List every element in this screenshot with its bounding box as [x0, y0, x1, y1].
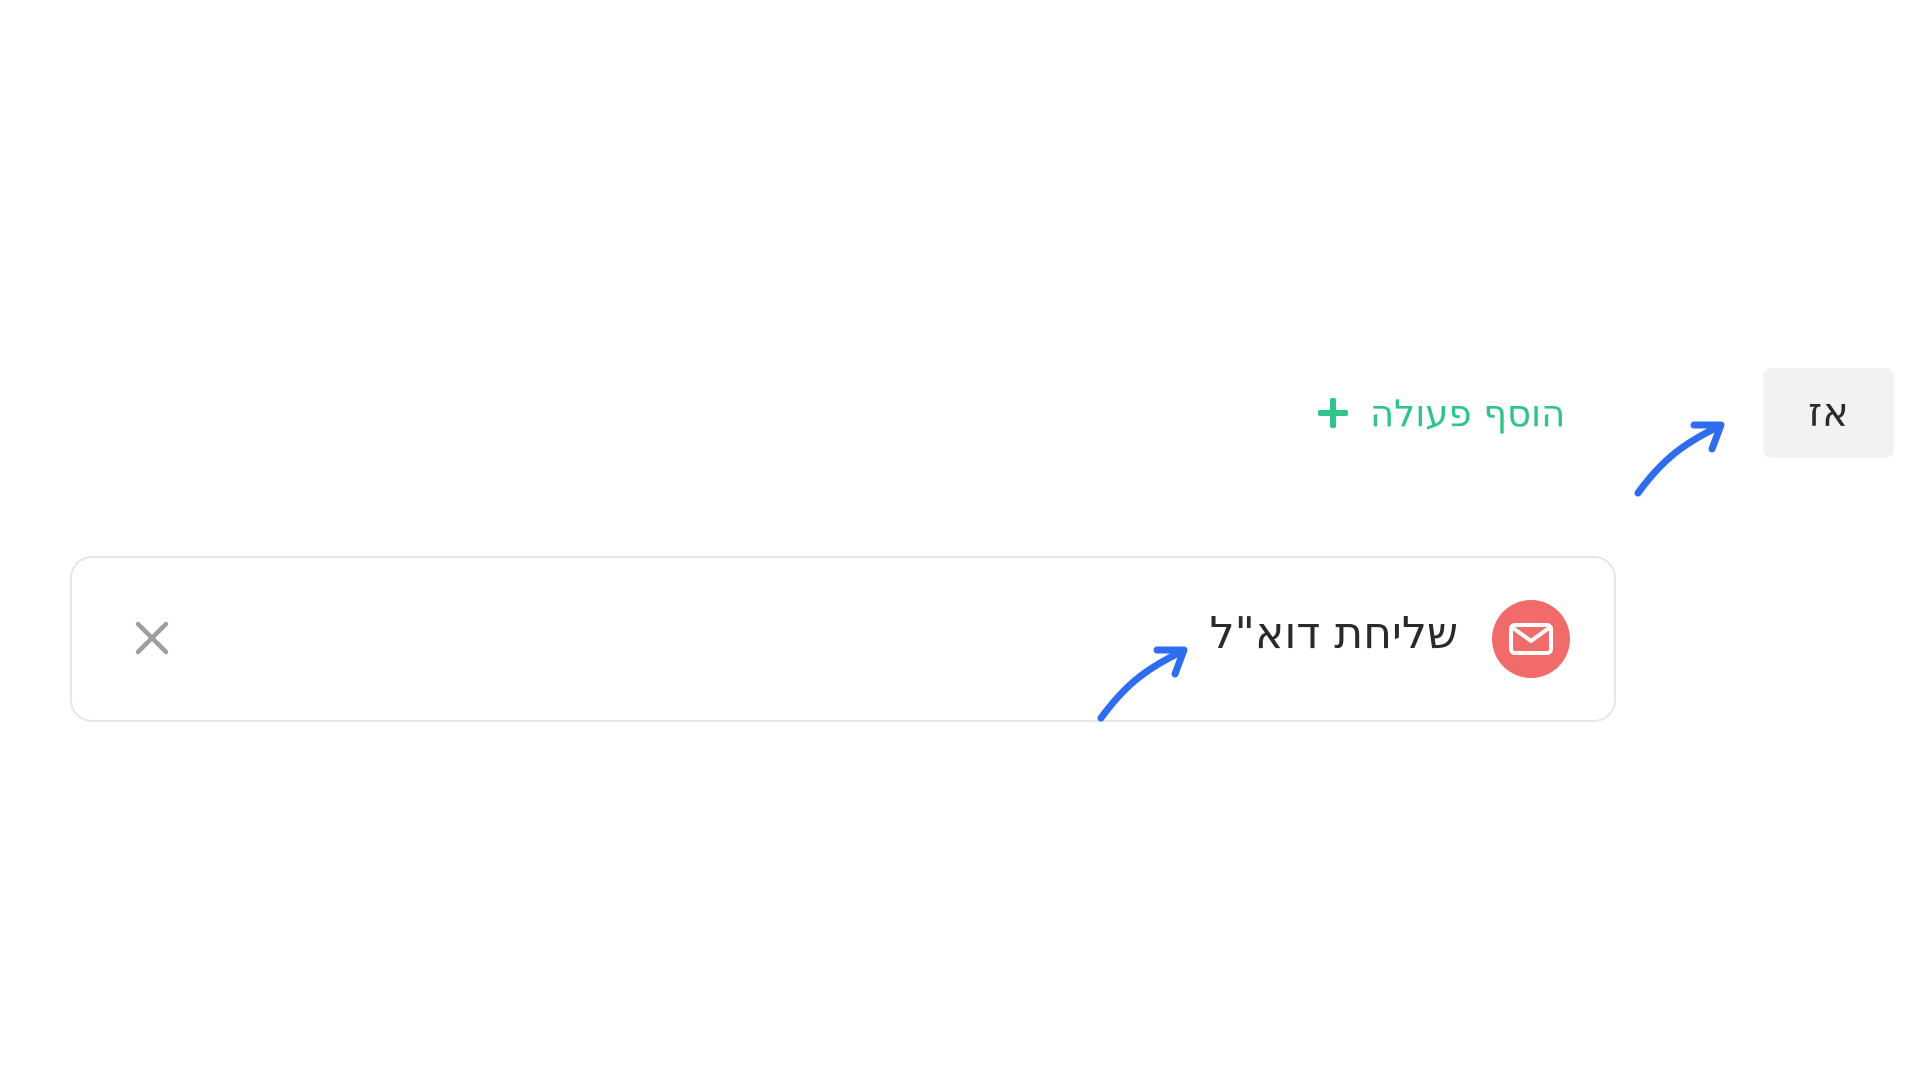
- then-label: אז: [1808, 390, 1849, 436]
- plus-icon: [1318, 398, 1348, 428]
- add-action-label: הוסף פעולה: [1370, 391, 1566, 435]
- action-card-send-email[interactable]: שליחת דוא"ל: [70, 556, 1616, 722]
- mail-icon: [1492, 600, 1570, 678]
- add-action-button[interactable]: הוסף פעולה: [1318, 385, 1588, 441]
- annotation-arrow-icon: [1097, 646, 1188, 722]
- then-chip: אז: [1763, 368, 1894, 458]
- annotation-arrow-icon: [1634, 421, 1725, 497]
- close-icon[interactable]: [132, 618, 172, 658]
- automation-canvas: אז הוסף פעולה שליחת דוא"ל: [0, 0, 1920, 1080]
- action-title: שליחת דוא"ל: [1209, 608, 1458, 659]
